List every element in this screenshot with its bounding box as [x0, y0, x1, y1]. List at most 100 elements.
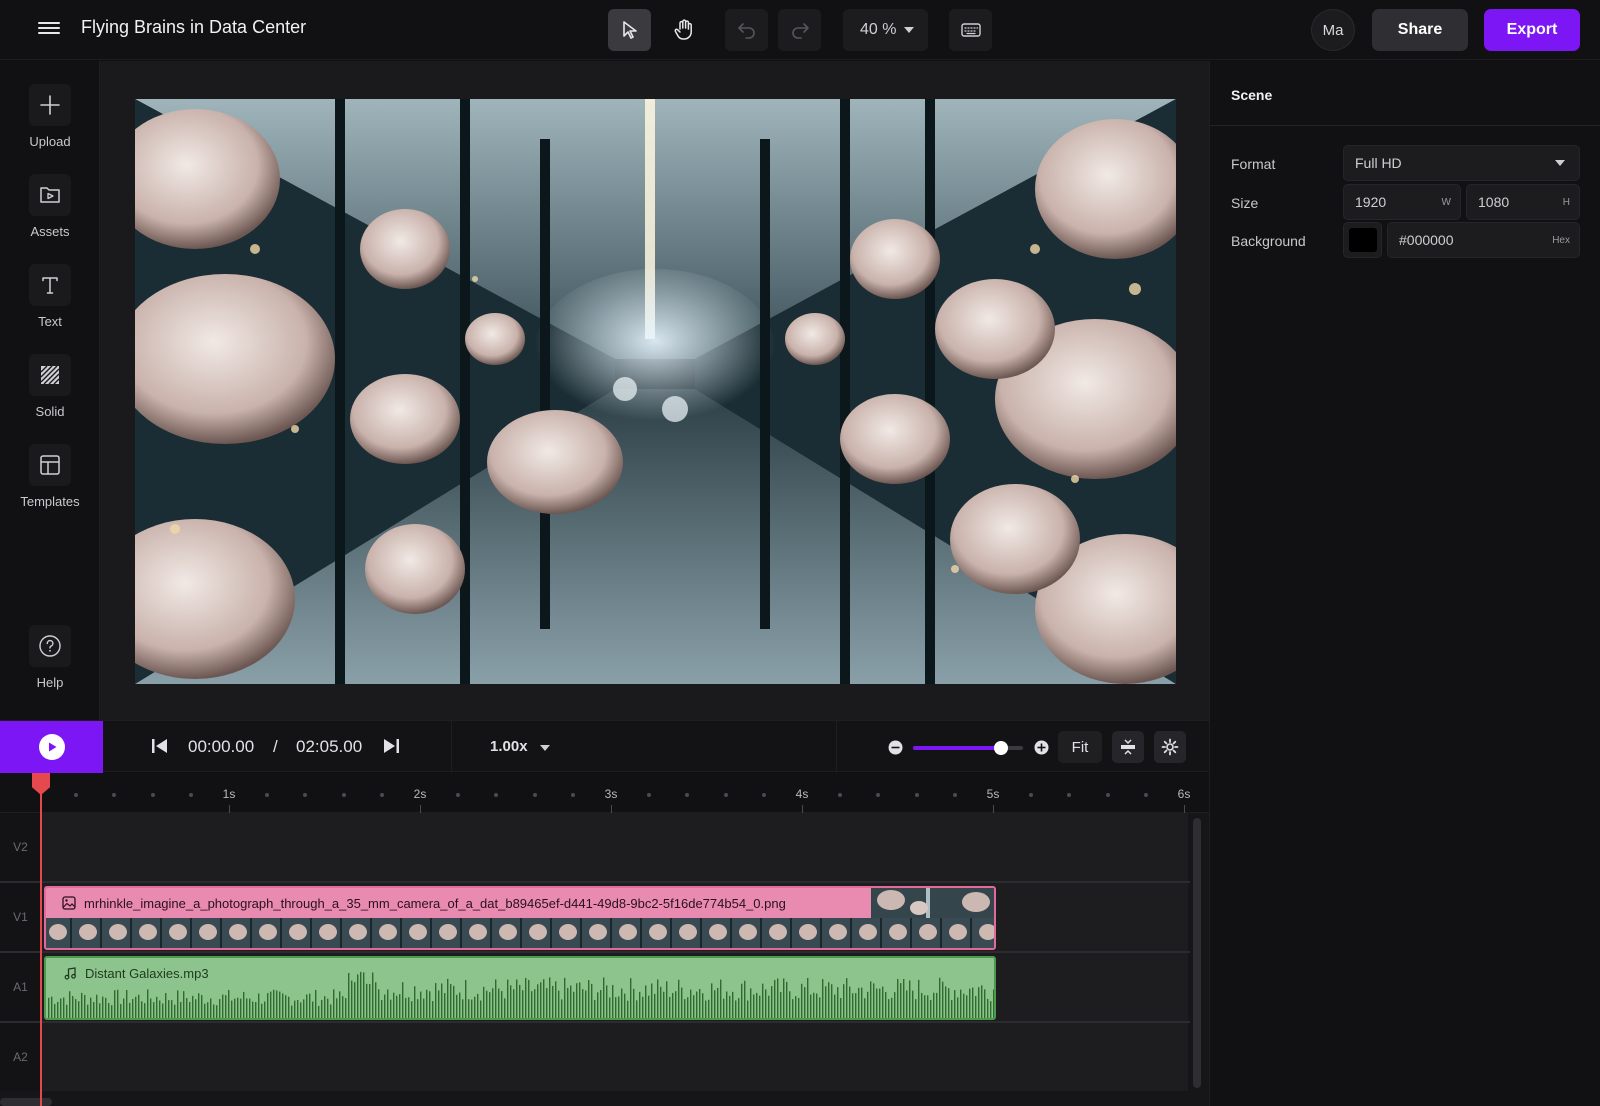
project-title[interactable]: Flying Brains in Data Center [81, 17, 306, 38]
image-clip-name: mrhinkle_imagine_a_photograph_through_a_… [84, 895, 786, 911]
scene-panel: Scene Format Full HD Size 1920 W 1080 H … [1209, 61, 1600, 1106]
solid-icon-wrap [29, 354, 71, 396]
redo-button[interactable] [778, 9, 821, 51]
height-suffix: H [1562, 196, 1570, 208]
timeline-tracks: V2 V1 mrhinkle_imagine_a_photograph_thro… [0, 813, 1209, 1106]
top-bar: Flying Brains in Data Center 40 % Ma Sha… [0, 0, 1600, 60]
ruler-tick [420, 805, 421, 813]
plus-icon-wrap [29, 84, 71, 126]
zoom-value: 40 % [860, 21, 897, 38]
folder-icon-wrap [29, 174, 71, 216]
keyboard-shortcuts-button[interactable] [949, 9, 992, 51]
avatar[interactable]: Ma [1311, 9, 1355, 51]
ruler-tick [229, 805, 230, 813]
ruler-tick [611, 805, 612, 813]
height-input[interactable]: 1080 H [1466, 184, 1580, 220]
preview-scene-illustration [135, 99, 1176, 684]
ruler-dot [265, 793, 270, 797]
sidebar-item-help[interactable]: Help [0, 625, 100, 690]
ruler-label: 2s [413, 787, 427, 801]
total-time: 02:05.00 [296, 737, 363, 756]
sidebar-item-text[interactable]: Text [0, 264, 100, 329]
export-button[interactable]: Export [1484, 9, 1580, 51]
sidebar-item-upload[interactable]: Upload [0, 84, 100, 149]
layout-icon [40, 455, 60, 475]
background-label: Background [1231, 233, 1306, 249]
speed-value[interactable]: 1.00x [490, 738, 528, 755]
sidebar-item-label: Text [38, 314, 62, 329]
zoom-slider-knob[interactable] [994, 741, 1008, 755]
ruler-label: 1s [222, 787, 236, 801]
chevron-down-icon [904, 27, 914, 33]
ruler-dot [112, 793, 117, 797]
select-pointer-icon [622, 21, 637, 39]
background-hex-input[interactable]: #000000 Hex [1387, 222, 1580, 258]
ruler-label: 6s [1177, 787, 1191, 801]
image-icon [62, 896, 76, 910]
ruler-dot [494, 793, 499, 797]
sidebar-item-assets[interactable]: Assets [0, 174, 100, 239]
background-color-swatch[interactable] [1343, 222, 1382, 258]
track-body[interactable] [42, 1023, 1188, 1091]
background-hex-value: #000000 [1399, 232, 1454, 248]
track-v2[interactable]: V2 [0, 813, 1190, 881]
select-tool-button[interactable] [608, 9, 651, 51]
ruler-dot [876, 793, 881, 797]
sidebar-item-label: Templates [20, 494, 80, 509]
sidebar-item-label: Upload [29, 134, 71, 149]
format-select[interactable]: Full HD [1343, 145, 1580, 181]
size-label: Size [1231, 195, 1259, 211]
ruler-tick [802, 805, 803, 813]
zoom-out-button[interactable] [888, 740, 903, 760]
sidebar-item-templates[interactable]: Templates [0, 444, 100, 509]
skip-to-end-button[interactable] [382, 737, 400, 760]
fit-button[interactable]: Fit [1058, 731, 1102, 763]
ruler-dot [188, 793, 193, 797]
keyboard-icon [960, 23, 981, 37]
plus-circle-icon [1034, 740, 1049, 755]
undo-button[interactable] [725, 9, 768, 51]
zoom-dropdown[interactable]: 40 % [843, 9, 928, 51]
track-label: V1 [0, 883, 42, 951]
skip-forward-icon [384, 739, 399, 753]
share-button[interactable]: Share [1372, 9, 1468, 51]
timeline-settings-button[interactable] [1154, 731, 1186, 763]
track-body[interactable] [42, 813, 1188, 881]
snap-toggle-button[interactable] [1112, 731, 1144, 763]
preview-image[interactable] [135, 99, 1176, 684]
zoom-in-button[interactable] [1034, 740, 1049, 760]
text-icon [42, 277, 58, 294]
templates-icon-wrap [29, 444, 71, 486]
play-button[interactable] [0, 721, 103, 773]
skip-back-icon [152, 739, 167, 753]
zoom-slider[interactable] [913, 741, 1023, 755]
track-a2[interactable]: A2 [0, 1023, 1190, 1091]
menu-icon[interactable] [38, 19, 60, 41]
ruler-dot [341, 793, 346, 797]
split-magnet-icon [1121, 739, 1135, 755]
track-label: A2 [0, 1023, 42, 1091]
track-v1[interactable]: V1 mrhinkle_imagine_a_photograph_through… [0, 883, 1190, 951]
ruler-tick [1184, 805, 1185, 813]
vertical-scrollbar[interactable] [1193, 818, 1201, 1088]
skip-to-start-button[interactable] [151, 737, 169, 760]
ruler-dot [456, 793, 461, 797]
sidebar-item-solid[interactable]: Solid [0, 354, 100, 419]
divider [836, 721, 837, 773]
left-sidebar: Upload Assets Text Solid Templates Help [0, 61, 100, 720]
audio-clip[interactable]: Distant Galaxies.mp3 [44, 956, 996, 1020]
hand-tool-button[interactable] [662, 9, 705, 51]
playhead-line[interactable] [40, 790, 42, 1106]
chevron-down-icon[interactable] [540, 745, 550, 751]
ruler-dot [838, 793, 843, 797]
width-input[interactable]: 1920 W [1343, 184, 1461, 220]
divider [451, 721, 452, 773]
timeline-ruler[interactable]: 1s 2s 3s 4s 5s 6s [0, 773, 1209, 813]
image-clip[interactable]: mrhinkle_imagine_a_photograph_through_a_… [44, 886, 996, 950]
track-label: V2 [0, 813, 42, 881]
panel-title: Scene [1210, 61, 1600, 126]
horizontal-scrollbar[interactable] [0, 1098, 52, 1106]
ruler-dot [532, 793, 537, 797]
track-a1[interactable]: A1 Distant Galaxies.mp3 [0, 953, 1190, 1021]
ruler-tick [993, 805, 994, 813]
